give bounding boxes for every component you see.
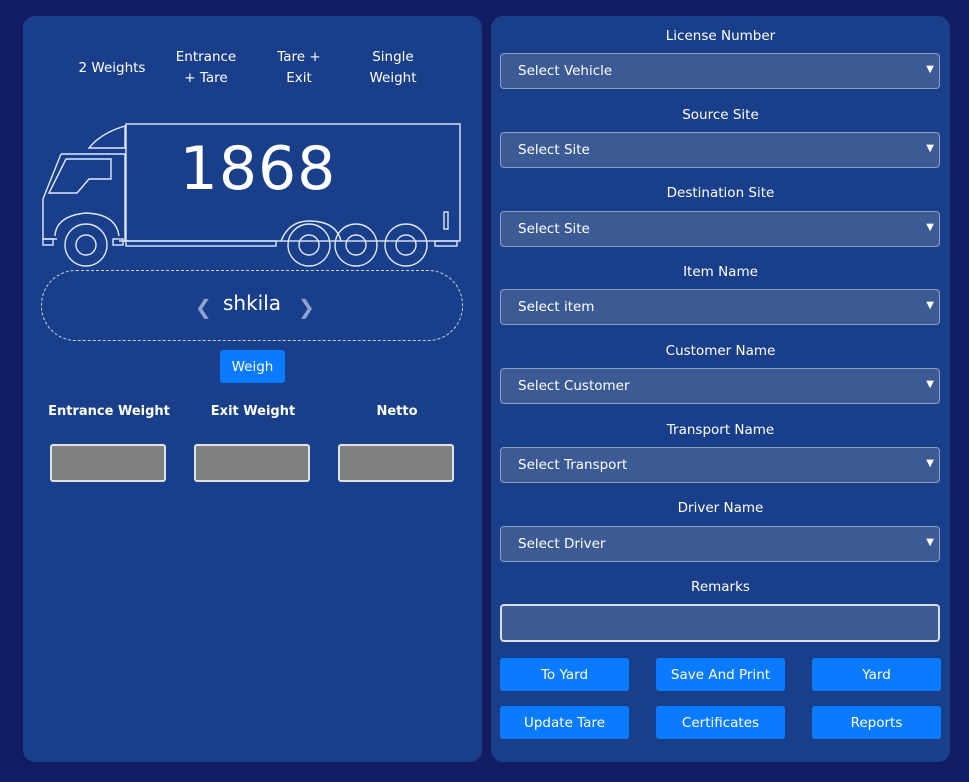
to-yard-button[interactable]: To Yard (500, 658, 629, 691)
item-name-select[interactable]: Select item ▼ (500, 289, 940, 325)
dropdown-arrow-icon: ▼ (926, 379, 934, 390)
destination-site-select[interactable]: Select Site ▼ (500, 211, 940, 247)
scale-name: shkila (222, 291, 282, 315)
mode-tare-exit[interactable]: Tare + Exit (254, 47, 344, 89)
exit-weight-label: Exit Weight (210, 404, 296, 419)
transport-name-label: Transport Name (666, 422, 775, 438)
driver-name-select[interactable]: Select Driver ▼ (500, 526, 940, 562)
remarks-input[interactable] (500, 604, 940, 642)
certificates-button[interactable]: Certificates (656, 706, 785, 739)
dropdown-arrow-icon: ▼ (926, 300, 934, 311)
item-name-label: Item Name (683, 264, 758, 280)
license-number-label: License Number (665, 28, 776, 44)
save-and-print-button[interactable]: Save And Print (656, 658, 785, 691)
netto-field[interactable] (338, 444, 454, 482)
weigh-button[interactable]: Weigh (220, 350, 285, 383)
yard-button[interactable]: Yard (812, 658, 941, 691)
dropdown-arrow-icon: ▼ (926, 64, 934, 75)
mode-single-weight[interactable]: Single Weight (348, 47, 438, 89)
netto-label: Netto (376, 404, 418, 419)
mode-entrance-tare[interactable]: Entrance + Tare (161, 47, 251, 89)
dropdown-arrow-icon: ▼ (926, 537, 934, 548)
mode-two-weights[interactable]: 2 Weights (67, 37, 157, 79)
scale-selector: ❮ shkila ❯ (41, 270, 463, 341)
entrance-weight-field[interactable] (50, 444, 166, 482)
customer-name-select[interactable]: Select Customer ▼ (500, 368, 940, 404)
driver-name-label: Driver Name (677, 500, 764, 516)
license-number-select[interactable]: Select Vehicle ▼ (500, 53, 940, 89)
chevron-right-icon[interactable]: ❯ (298, 295, 315, 319)
reports-button[interactable]: Reports (812, 706, 941, 739)
transport-name-select[interactable]: Select Transport ▼ (500, 447, 940, 483)
dropdown-arrow-icon: ▼ (926, 143, 934, 154)
dropdown-arrow-icon: ▼ (926, 222, 934, 233)
update-tare-button[interactable]: Update Tare (500, 706, 629, 739)
weighing-panel: 2 Weights Entrance + Tare Tare + Exit Si… (23, 16, 482, 762)
customer-name-label: Customer Name (665, 343, 776, 359)
current-weight-display: 1868 (179, 134, 337, 204)
destination-site-label: Destination Site (666, 185, 775, 201)
exit-weight-field[interactable] (194, 444, 310, 482)
source-site-label: Source Site (682, 107, 759, 123)
details-form-panel: License Number Select Vehicle ▼ Source S… (491, 16, 950, 762)
remarks-label: Remarks (691, 579, 750, 595)
source-site-select[interactable]: Select Site ▼ (500, 132, 940, 168)
dropdown-arrow-icon: ▼ (926, 458, 934, 469)
entrance-weight-label: Entrance Weight (48, 404, 170, 419)
